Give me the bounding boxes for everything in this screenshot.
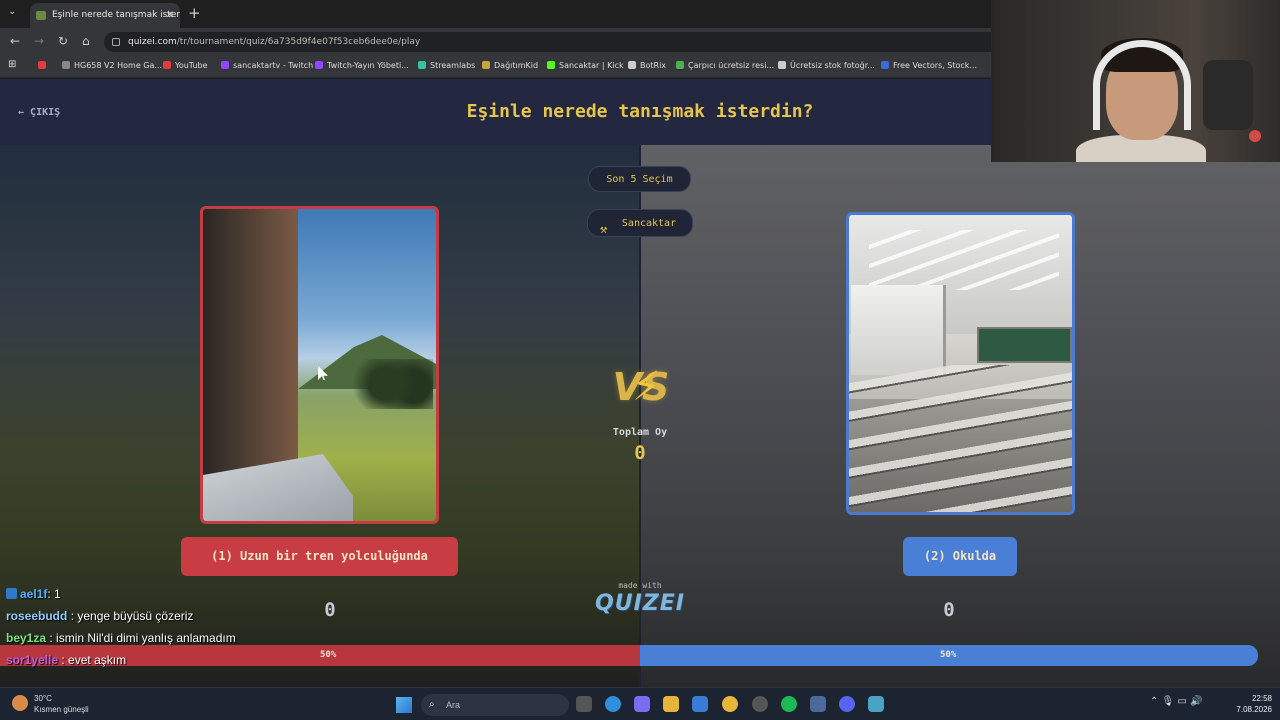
bookmark-favicon-icon bbox=[676, 61, 684, 69]
chat-username: roseebudd bbox=[6, 609, 68, 623]
bookmark-item[interactable]: Twitch-Yayın Yöbeti... bbox=[315, 61, 409, 70]
choice-image-left[interactable] bbox=[200, 206, 439, 524]
chrome-icon[interactable] bbox=[722, 696, 738, 712]
bookmark-item[interactable]: DağıtımKid bbox=[482, 61, 538, 70]
quizei-logo[interactable]: QUIZEI bbox=[594, 591, 686, 616]
os-taskbar: 30°C Kısmen güneşli ⌕ Ara ⌃ 🎙 ▭ 🔊 22:58 … bbox=[0, 687, 1280, 720]
weather-text: Kısmen güneşli bbox=[34, 705, 89, 714]
youtube-icon bbox=[163, 61, 171, 69]
discord-icon[interactable] bbox=[839, 696, 855, 712]
copilot-icon[interactable] bbox=[634, 696, 650, 712]
weather-icon bbox=[12, 695, 28, 711]
mail-icon[interactable] bbox=[692, 696, 708, 712]
bookmark-favicon-icon bbox=[482, 61, 490, 69]
vote-percent-right: 50% bbox=[940, 650, 957, 660]
tab-title: Eşinle nerede tanışmak isterdin bbox=[52, 10, 180, 20]
new-tab-icon[interactable]: + bbox=[188, 4, 201, 22]
url-path: /tr/tournament/quiz/6a735d9f4e07f53ceb6d… bbox=[176, 37, 421, 47]
bookmark-favicon-icon bbox=[38, 61, 46, 69]
chat-text: : evet aşkım bbox=[61, 653, 127, 667]
edge-icon[interactable] bbox=[605, 696, 621, 712]
chat-message: sor1yelle : evet aşkım bbox=[6, 649, 336, 671]
votes-right: 0 bbox=[943, 599, 955, 621]
bookmark-item[interactable]: sancaktartv - Twitch bbox=[221, 61, 313, 70]
browser-tab[interactable]: Eşinle nerede tanışmak isterdin ✕ bbox=[30, 3, 180, 28]
choice-button-right[interactable]: (2) Okulda bbox=[903, 537, 1017, 576]
bookmark-favicon-icon bbox=[881, 61, 889, 69]
system-tray[interactable]: ⌃ 🎙 ▭ 🔊 bbox=[1150, 696, 1203, 707]
bookmark-item[interactable]: HG658 V2 Home Ga... bbox=[62, 61, 162, 70]
bookmark-favicon-icon bbox=[62, 61, 70, 69]
bookmark-favicon-icon bbox=[628, 61, 636, 69]
reload-icon[interactable]: ↻ bbox=[58, 34, 68, 48]
total-votes-label: Toplam Oy bbox=[612, 427, 668, 438]
obs-icon[interactable] bbox=[752, 696, 768, 712]
bookmark-item[interactable]: Sancaktar | Kick bbox=[547, 61, 624, 70]
forward-icon[interactable]: → bbox=[34, 34, 44, 48]
start-button[interactable] bbox=[396, 697, 412, 713]
chat-text: : 1 bbox=[47, 587, 61, 601]
clock[interactable]: 22:58 7.08.2026 bbox=[1228, 693, 1272, 715]
weather-temp: 30°C bbox=[34, 694, 52, 703]
microphone-icon bbox=[1203, 60, 1253, 130]
streamlabs-icon bbox=[418, 61, 426, 69]
chat-message: bey1za : ismin Nil'di dimi yanlış anlama… bbox=[6, 627, 336, 649]
bookmark-item[interactable]: BotRix bbox=[628, 61, 666, 70]
task-view-icon[interactable] bbox=[576, 696, 592, 712]
choice-image-right[interactable] bbox=[846, 212, 1075, 515]
vs-emblem: VS ⚡ bbox=[606, 357, 676, 417]
back-icon[interactable]: ← bbox=[10, 34, 20, 48]
tab-favicon-icon bbox=[36, 11, 46, 20]
apps-grid-icon[interactable]: ⊞ bbox=[8, 59, 16, 70]
streamer-badge: ⚒ Sancaktar bbox=[587, 209, 693, 237]
chat-username: ael1f bbox=[20, 587, 48, 601]
bookmark-item[interactable]: Çarpıcı ücretsiz resi... bbox=[676, 61, 774, 70]
chat-badge-icon bbox=[6, 588, 17, 599]
last-5-choices-button[interactable]: Son 5 Seçim bbox=[588, 166, 691, 192]
app-icon[interactable] bbox=[868, 696, 884, 712]
lightning-icon: ⚡ bbox=[632, 364, 661, 410]
twitch-icon bbox=[221, 61, 229, 69]
tab-list-icon[interactable]: ⌄ bbox=[8, 6, 16, 17]
taskbar-search[interactable]: ⌕ Ara bbox=[421, 694, 569, 716]
clock-date: 7.08.2026 bbox=[1236, 705, 1272, 714]
chat-username: bey1za bbox=[6, 631, 47, 645]
site-info-icon[interactable] bbox=[112, 38, 120, 46]
chat-message: ael1f: 1 bbox=[6, 583, 336, 605]
record-light-icon bbox=[1249, 130, 1261, 142]
bookmark-item[interactable]: Free Vectors, Stock... bbox=[881, 61, 977, 70]
weather-widget[interactable]: 30°C Kısmen güneşli bbox=[12, 693, 89, 715]
clock-time: 22:58 bbox=[1251, 694, 1272, 703]
headset-icon bbox=[1093, 40, 1191, 130]
bookmark-item[interactable]: YouTube bbox=[163, 61, 208, 70]
url-host: quizei.com bbox=[128, 37, 177, 47]
close-tab-icon[interactable]: ✕ bbox=[166, 3, 174, 28]
search-icon: ⌕ bbox=[429, 699, 435, 710]
chat-text: : yenge büyüsü çözeriz bbox=[70, 609, 194, 623]
bookmark-item[interactable] bbox=[38, 61, 50, 70]
steam-icon[interactable] bbox=[810, 696, 826, 712]
stream-chat-overlay: ael1f: 1 roseebudd : yenge büyüsü çözeri… bbox=[6, 583, 336, 671]
twitch-icon bbox=[315, 61, 323, 69]
bookmark-item[interactable]: Streamlabs bbox=[418, 61, 475, 70]
chat-message: roseebudd : yenge büyüsü çözeriz bbox=[6, 605, 336, 627]
total-votes-value: 0 bbox=[634, 442, 646, 464]
kick-icon bbox=[547, 61, 555, 69]
file-explorer-icon[interactable] bbox=[663, 696, 679, 712]
bookmark-item[interactable]: Ücretsiz stok fotoğr... bbox=[778, 61, 875, 70]
webcam-overlay bbox=[991, 0, 1280, 162]
chat-username: sor1yelle bbox=[6, 653, 59, 667]
bookmark-favicon-icon bbox=[778, 61, 786, 69]
chat-text: : ismin Nil'di dimi yanlış anlamadım bbox=[49, 631, 236, 645]
spotify-icon[interactable] bbox=[781, 696, 797, 712]
home-icon[interactable]: ⌂ bbox=[82, 34, 90, 48]
made-with-label: made with bbox=[618, 581, 662, 590]
gavel-icon: ⚒ bbox=[600, 222, 608, 236]
choice-button-left[interactable]: (1) Uzun bir tren yolculuğunda bbox=[181, 537, 458, 576]
url-field[interactable]: quizei.com/tr/tournament/quiz/6a735d9f4e… bbox=[104, 32, 1004, 52]
